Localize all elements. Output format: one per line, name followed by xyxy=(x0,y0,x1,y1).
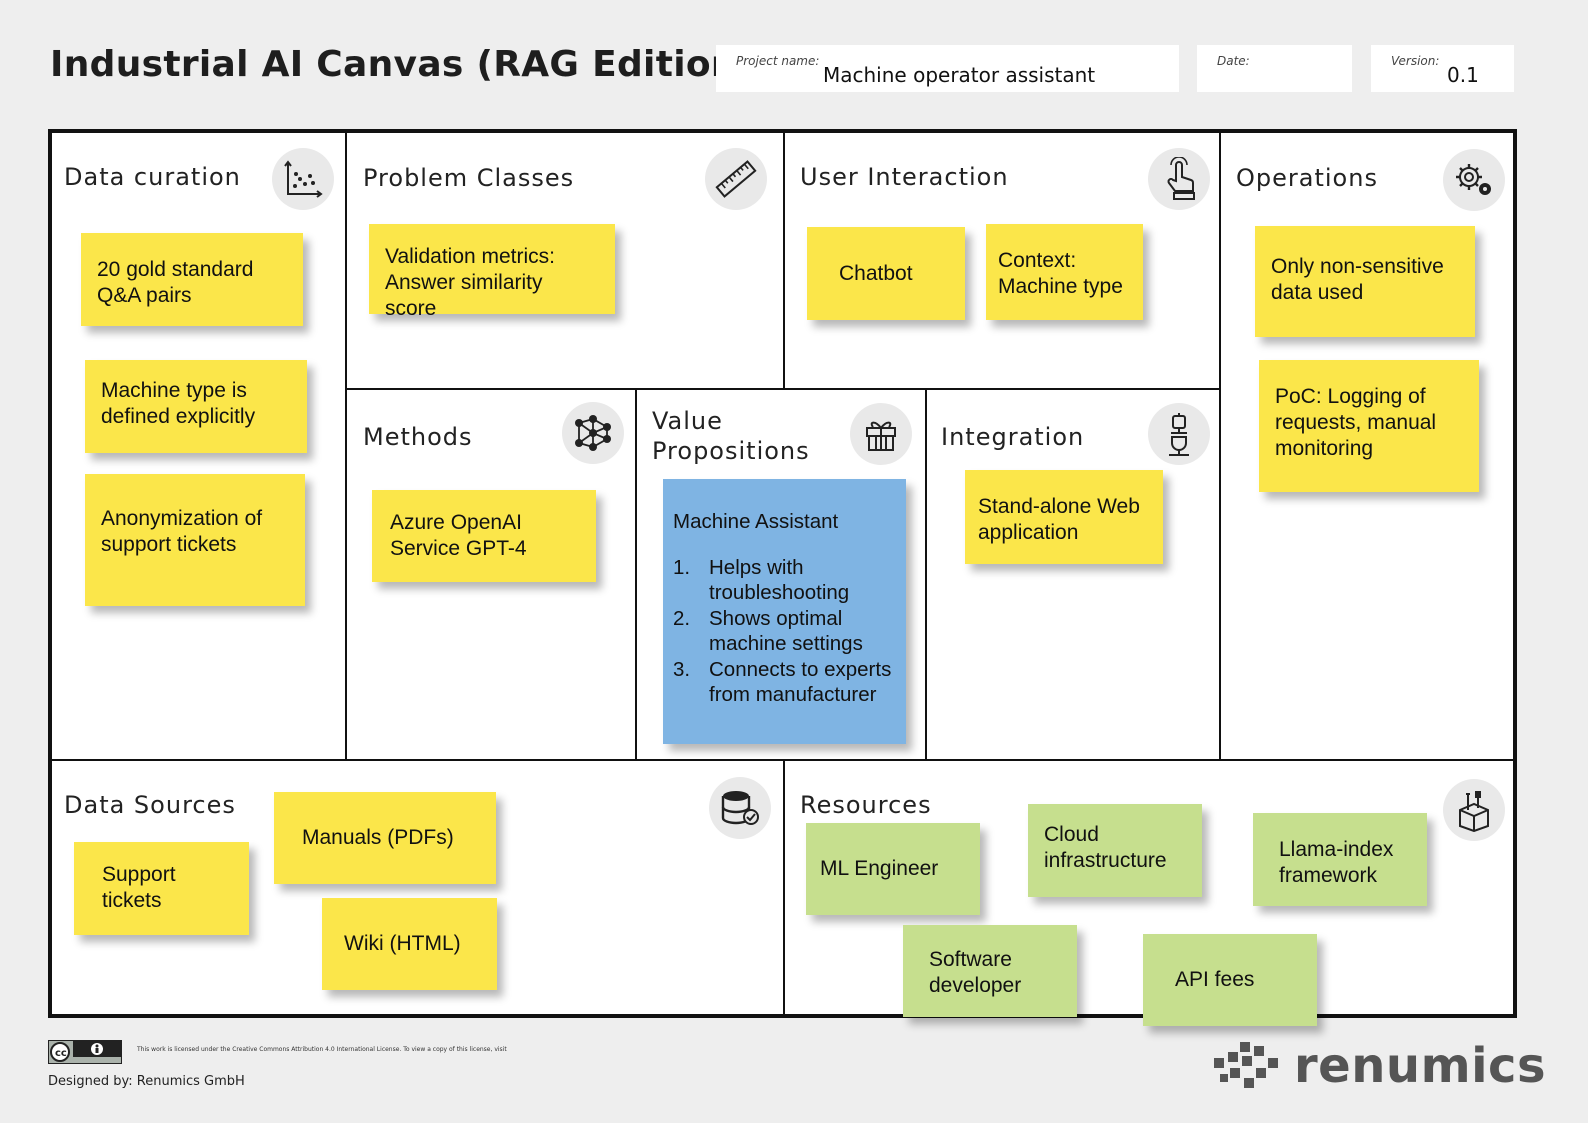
sticky-note-anonymization: Anonymization of support tickets xyxy=(85,474,305,606)
section-title-value-propositions: Value Propositions xyxy=(652,407,810,465)
toolbox-icon xyxy=(1443,779,1505,841)
divider xyxy=(783,133,785,389)
gears-icon xyxy=(1443,149,1505,211)
list-item: 2. Shows optimal machine settings xyxy=(673,606,863,656)
sticky-note-support-tickets: Support tickets xyxy=(74,842,249,935)
plug-icon xyxy=(1148,403,1210,465)
sticky-note-cloud-infrastructure: Cloud infrastructure xyxy=(1028,804,1202,897)
date-label: Date: xyxy=(1217,54,1250,68)
gift-icon xyxy=(850,403,912,465)
sticky-note-machine-assistant: Machine Assistant 1. Helps with troublesh… xyxy=(663,479,906,744)
value-proposition-list: 1. Helps with troubleshooting 2. Shows opt… xyxy=(673,555,894,708)
list-item: 1. Helps with troubleshooting xyxy=(673,555,850,605)
renumics-logo-icon xyxy=(1210,1042,1282,1094)
svg-text:cc: cc xyxy=(55,1048,67,1059)
version-value: 0.1 xyxy=(1447,63,1479,87)
list-item: 3. Connects to experts from manufacturer xyxy=(673,657,892,707)
sticky-note-azure-openai: Azure OpenAI Service GPT-4 xyxy=(372,490,596,582)
sticky-note-validation-metrics: Validation metrics: Answer similarity sc… xyxy=(369,224,615,320)
scatter-plot-icon xyxy=(272,148,334,210)
sticky-note-non-sensitive: Only non-sensitive data used xyxy=(1255,226,1475,337)
brand-wordmark: renumics xyxy=(1294,1038,1547,1094)
divider xyxy=(925,389,927,761)
sticky-note-context: Context: Machine type xyxy=(986,224,1143,320)
sticky-note-api-fees: API fees xyxy=(1143,934,1317,1026)
section-title-resources: Resources xyxy=(800,791,932,819)
section-title-methods: Methods xyxy=(363,423,473,451)
version-label: Version: xyxy=(1391,54,1440,68)
divider xyxy=(345,388,1221,390)
cc-by-badge-icon[interactable]: cc xyxy=(48,1040,122,1064)
section-title-operations: Operations xyxy=(1236,164,1378,192)
sticky-note-poc-logging: PoC: Logging of requests, manual monitor… xyxy=(1259,360,1479,492)
sticky-note-wiki: Wiki (HTML) xyxy=(322,898,497,990)
project-name-value: Machine operator assistant xyxy=(823,63,1096,87)
license-text: This work is licensed under the Creative… xyxy=(137,1046,507,1053)
sticky-note-stand-alone: Stand-alone Web application xyxy=(965,470,1163,564)
sticky-note-manuals: Manuals (PDFs) xyxy=(274,792,496,884)
version-field[interactable]: Version: 0.1 xyxy=(1371,45,1514,92)
project-name-field[interactable]: Project name: Machine operator assistant xyxy=(716,45,1179,92)
divider xyxy=(1219,133,1221,761)
section-title-problem-classes: Problem Classes xyxy=(363,164,575,192)
section-title-data-sources: Data Sources xyxy=(64,791,236,819)
sticky-note-gold-standard: 20 gold standard Q&A pairs xyxy=(81,233,303,326)
divider xyxy=(635,389,637,761)
section-title-integration: Integration xyxy=(941,423,1085,451)
sticky-note-machine-type: Machine type is defined explicitly xyxy=(85,360,307,453)
sticky-note-ml-engineer: ML Engineer xyxy=(806,823,980,915)
page-title: Industrial AI Canvas (RAG Edition) xyxy=(50,44,754,85)
sticky-note-chatbot: Chatbot xyxy=(807,227,965,320)
date-field[interactable]: Date: xyxy=(1197,45,1352,92)
divider xyxy=(345,133,347,761)
sticky-note-software-developer: Software developer xyxy=(903,925,1077,1017)
section-title-user-interaction: User Interaction xyxy=(800,163,1009,191)
designed-by: Designed by: Renumics GmbH xyxy=(48,1074,245,1089)
machine-assistant-heading: Machine Assistant xyxy=(673,510,839,533)
divider xyxy=(783,761,785,1014)
project-name-label: Project name: xyxy=(736,54,820,68)
database-check-icon xyxy=(709,777,771,839)
touch-hand-icon xyxy=(1148,148,1210,210)
section-title-data-curation: Data curation xyxy=(64,163,241,191)
ruler-icon xyxy=(705,148,767,210)
sticky-note-llama-index: Llama-index framework xyxy=(1253,813,1427,906)
neural-network-icon xyxy=(562,402,624,464)
